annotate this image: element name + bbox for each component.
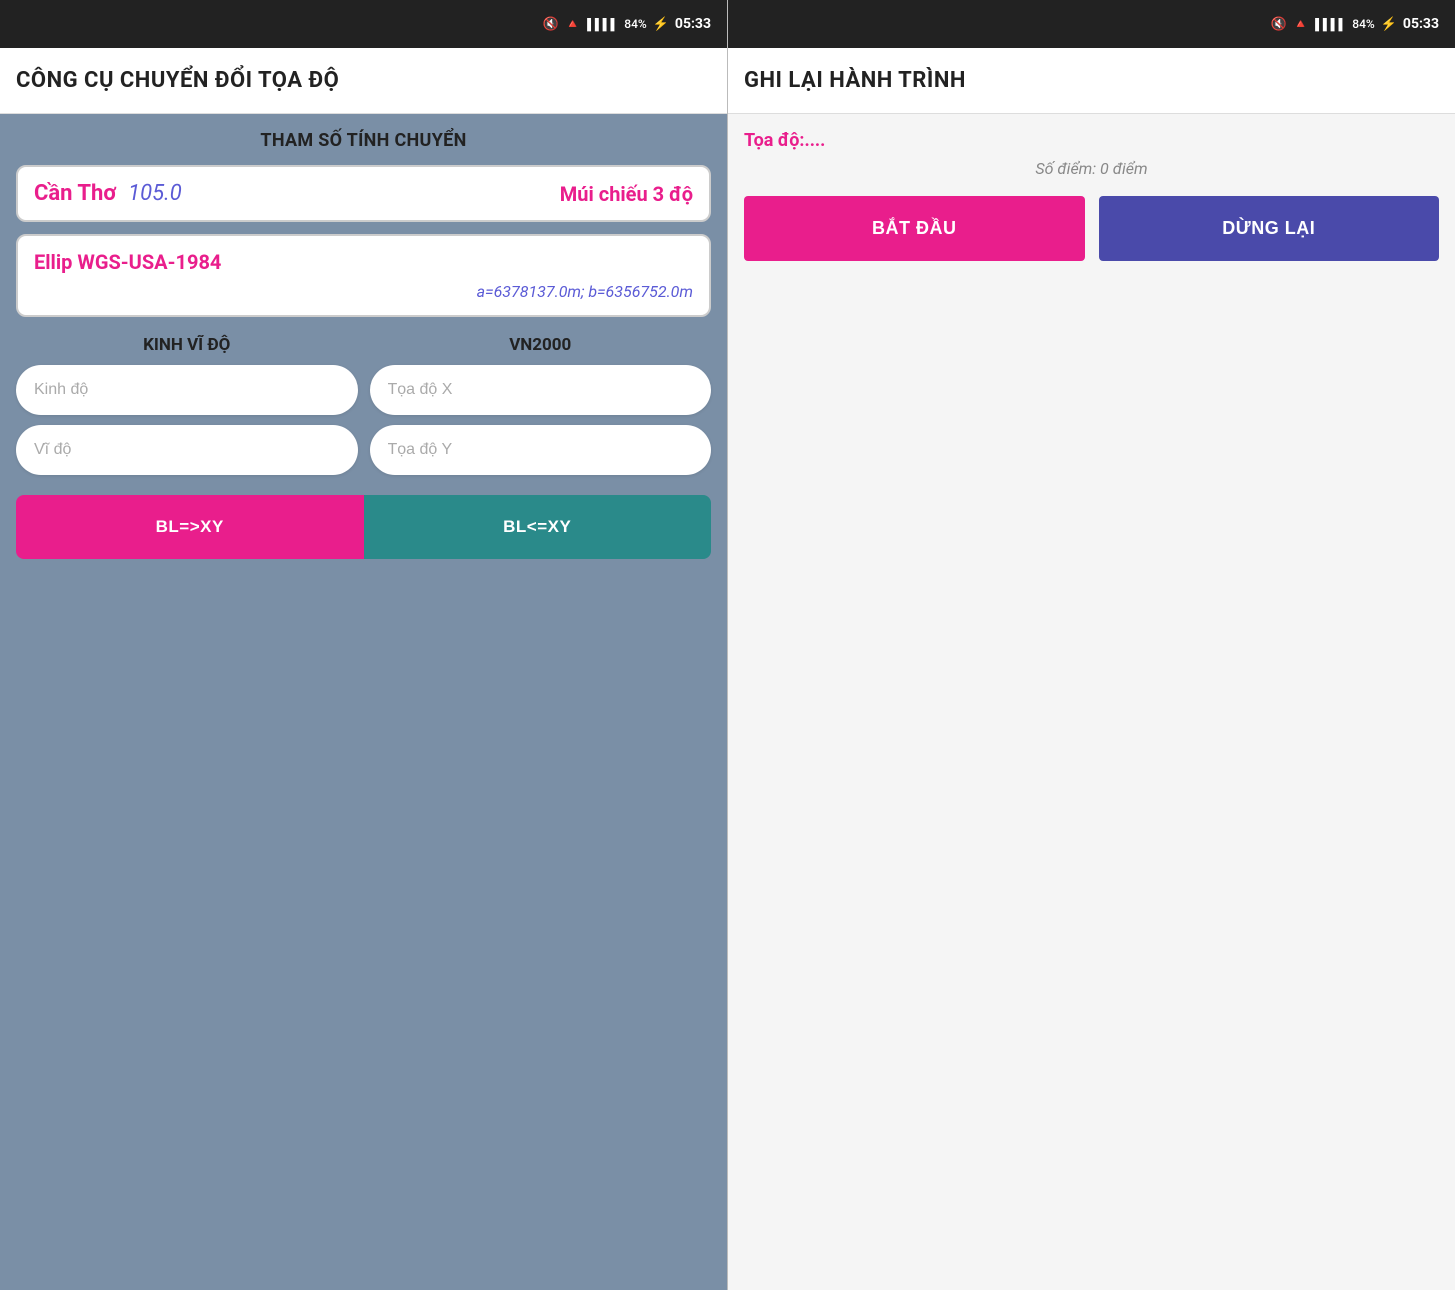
title-text-right: GHI LẠI HÀNH TRÌNH [744, 68, 966, 93]
wifi-icon: 🔺 [565, 17, 581, 32]
battery-icon-left: ⚡ [653, 17, 669, 32]
left-content: THAM SỐ TÍNH CHUYỂN Cần Thơ 105.0 Múi ch… [0, 114, 727, 1290]
time-left: 05:33 [675, 16, 711, 32]
status-icons-right: 🔇 🔺 ▌▌▌▌ 84% ⚡ 05:33 [1271, 16, 1439, 32]
btn-bl-xy[interactable]: BL=>XY [16, 495, 364, 559]
kinh-do-input[interactable] [16, 365, 358, 415]
time-right: 05:33 [1403, 16, 1439, 32]
toa-do-label: Tọa độ:.... [744, 130, 1439, 151]
title-text-left: CÔNG CỤ CHUYỂN ĐỔI TỌA ĐỘ [16, 68, 339, 93]
journey-buttons: BẮT ĐẦU DỪNG LẠI [744, 196, 1439, 261]
wifi-icon-right: 🔺 [1293, 17, 1309, 32]
ellip-box[interactable]: Ellip WGS-USA-1984 a=6378137.0m; b=63567… [16, 234, 711, 317]
right-content: Tọa độ:.... Số điểm: 0 điểm BẮT ĐẦU DỪNG… [728, 114, 1455, 1290]
toa-do-x-input[interactable] [370, 365, 712, 415]
section-header: THAM SỐ TÍNH CHUYỂN [16, 130, 711, 151]
vi-do-input[interactable] [16, 425, 358, 475]
status-bar-right: 🔇 🔺 ▌▌▌▌ 84% ⚡ 05:33 [728, 0, 1455, 48]
mute-icon-right: 🔇 [1271, 17, 1287, 32]
so-diem: Số điểm: 0 điểm [744, 159, 1439, 178]
battery-icon-right: ⚡ [1381, 17, 1397, 32]
signal-icon-right: ▌▌▌▌ [1315, 18, 1346, 31]
app-title-right: GHI LẠI HÀNH TRÌNH [728, 48, 1455, 114]
right-panel: 🔇 🔺 ▌▌▌▌ 84% ⚡ 05:33 GHI LẠI HÀNH TRÌNH … [728, 0, 1455, 1290]
btn-xy-bl[interactable]: BL<=XY [364, 495, 712, 559]
btn-bat-dau[interactable]: BẮT ĐẦU [744, 196, 1085, 261]
param-projection: Múi chiếu 3 độ [560, 182, 693, 206]
battery-right: 84% [1352, 17, 1374, 31]
coord-headers: KINH VĨ ĐỘ VN2000 [16, 335, 711, 355]
coord-row-2 [16, 425, 711, 475]
param-box-location[interactable]: Cần Thơ 105.0 Múi chiếu 3 độ [16, 165, 711, 222]
col-header-left: KINH VĨ ĐỘ [16, 335, 358, 355]
left-panel: 🔇 🔺 ▌▌▌▌ 84% ⚡ 05:33 CÔNG CỤ CHUYỂN ĐỔI … [0, 0, 728, 1290]
coord-row-1 [16, 365, 711, 415]
signal-icon: ▌▌▌▌ [587, 18, 618, 31]
param-value: 105.0 [128, 181, 182, 206]
app-title-left: CÔNG CỤ CHUYỂN ĐỔI TỌA ĐỘ [0, 48, 727, 114]
param-row: Cần Thơ 105.0 Múi chiếu 3 độ [34, 181, 693, 206]
btn-dung-lai[interactable]: DỪNG LẠI [1099, 196, 1440, 261]
status-icons-left: 🔇 🔺 ▌▌▌▌ 84% ⚡ 05:33 [543, 16, 711, 32]
ellip-params: a=6378137.0m; b=6356752.0m [34, 282, 693, 301]
mute-icon: 🔇 [543, 17, 559, 32]
param-location: Cần Thơ [34, 181, 116, 206]
toa-do-y-input[interactable] [370, 425, 712, 475]
col-header-right: VN2000 [370, 335, 712, 355]
ellip-name: Ellip WGS-USA-1984 [34, 250, 693, 274]
battery-left: 84% [624, 17, 646, 31]
status-bar-left: 🔇 🔺 ▌▌▌▌ 84% ⚡ 05:33 [0, 0, 727, 48]
coord-inputs [16, 365, 711, 475]
action-buttons: BL=>XY BL<=XY [16, 495, 711, 559]
